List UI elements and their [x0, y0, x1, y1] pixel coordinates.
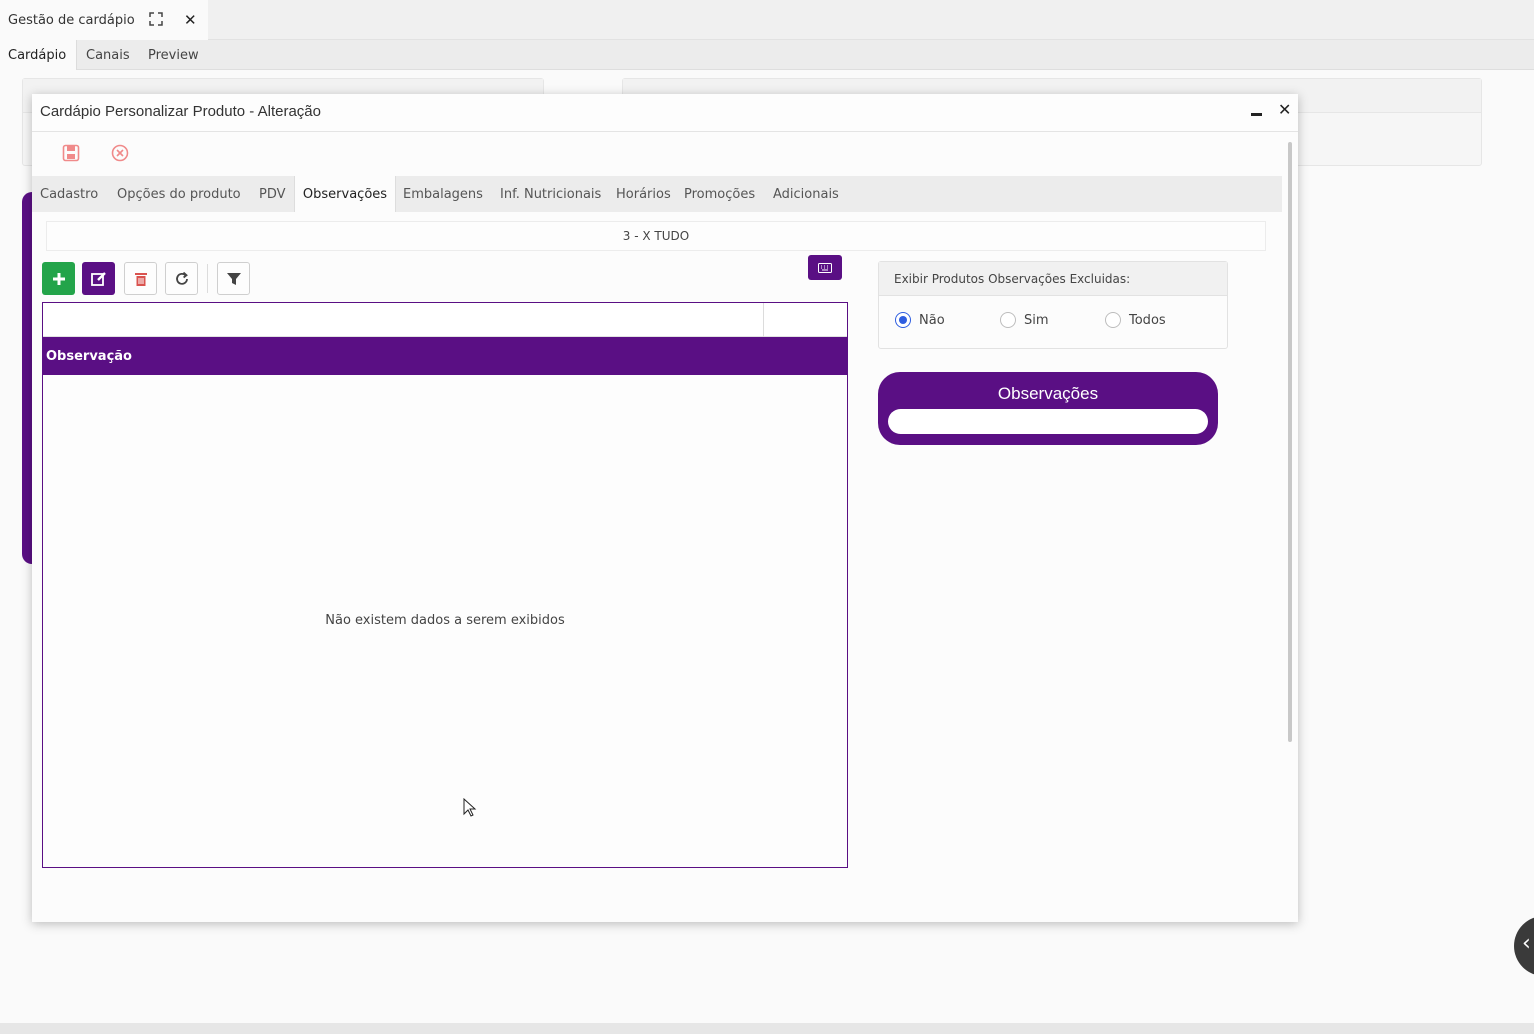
- filter-button[interactable]: [217, 262, 250, 295]
- sub-tab-label: Preview: [148, 47, 199, 63]
- mouse-cursor-icon: [463, 798, 477, 817]
- add-button[interactable]: [42, 262, 75, 295]
- tab-pdv[interactable]: PDV: [259, 176, 286, 212]
- plus-icon: [52, 272, 65, 285]
- tab-label: Inf. Nutricionais: [500, 186, 602, 202]
- tab-inf-nutricionais[interactable]: Inf. Nutricionais: [500, 176, 601, 212]
- tab-observacoes[interactable]: Observações: [294, 176, 396, 212]
- observations-grid: Observação Não existem dados a serem exi…: [42, 302, 848, 868]
- tab-label: Cadastro: [40, 186, 99, 202]
- excluded-filter-label: Exibir Produtos Observações Excluidas:: [879, 262, 1227, 296]
- filter-icon: [226, 272, 241, 285]
- radio-indicator: [1105, 312, 1121, 328]
- sub-tab-canais[interactable]: Canais: [86, 40, 130, 70]
- radio-nao[interactable]: Não: [895, 312, 945, 328]
- tab-embalagens[interactable]: Embalagens: [403, 176, 483, 212]
- grid-filter-row[interactable]: [43, 303, 847, 337]
- chevron-left-icon: ‹: [1522, 931, 1531, 956]
- refresh-icon: [175, 271, 188, 285]
- sub-tab-cardapio[interactable]: Cardápio: [0, 40, 77, 70]
- sub-tabbar: Cardápio Canais Preview: [0, 40, 1534, 70]
- tab-label: Promoções: [684, 186, 756, 202]
- tab-promocoes[interactable]: Promoções: [684, 176, 755, 212]
- observations-card-title: Observações: [997, 384, 1099, 403]
- tab-adicionais[interactable]: Adicionais: [773, 176, 839, 212]
- modal-header: Cardápio Personalizar Produto - Alteraçã…: [32, 94, 1298, 132]
- cancel-icon[interactable]: [111, 144, 129, 162]
- modal-tabs: Cadastro Opções do produto PDV Observaçõ…: [32, 176, 1282, 212]
- keyboard-button[interactable]: [808, 255, 842, 280]
- tab-label: Opções do produto: [117, 186, 241, 202]
- refresh-button[interactable]: [165, 262, 198, 295]
- tab-horarios[interactable]: Horários: [616, 176, 671, 212]
- sub-tab-preview[interactable]: Preview: [148, 40, 199, 70]
- toolbar-separator: [207, 264, 208, 293]
- tab-label: PDV: [259, 186, 286, 202]
- side-panel-toggle[interactable]: ‹: [1514, 916, 1534, 976]
- grid-column-header-observacao[interactable]: Observação: [43, 337, 847, 375]
- tab-opcoes-produto[interactable]: Opções do produto: [117, 176, 241, 212]
- tab-cadastro[interactable]: Cadastro: [40, 176, 98, 212]
- app-tab-gestao-cardapio[interactable]: Gestão de cardápio ✕: [0, 0, 208, 40]
- radio-label: Sim: [1024, 312, 1049, 328]
- personalize-product-modal: Cardápio Personalizar Produto - Alteraçã…: [32, 94, 1298, 922]
- tab-label: Adicionais: [773, 186, 839, 202]
- expand-icon[interactable]: [149, 12, 163, 26]
- radio-sim[interactable]: Sim: [1000, 312, 1049, 328]
- bottom-strip: [0, 1023, 1534, 1034]
- modal-scrollbar[interactable]: [1288, 142, 1292, 742]
- product-label: 3 - X TUDO: [46, 221, 1266, 251]
- radio-label: Todos: [1129, 312, 1166, 328]
- observations-card: Observações: [878, 372, 1218, 445]
- radio-selected-indicator: [895, 312, 911, 328]
- modal-title: Cardápio Personalizar Produto - Alteraçã…: [40, 103, 321, 120]
- modal-close-icon[interactable]: ✕: [1278, 100, 1291, 119]
- sub-tab-label: Canais: [86, 47, 130, 63]
- close-icon[interactable]: ✕: [184, 11, 197, 29]
- tab-label: Embalagens: [403, 186, 483, 202]
- delete-button[interactable]: [124, 262, 157, 295]
- grid-empty-message: Não existem dados a serem exibidos: [325, 613, 565, 628]
- tab-label: Horários: [616, 186, 671, 202]
- edit-button[interactable]: [82, 262, 115, 295]
- app-tab-title: Gestão de cardápio: [8, 12, 135, 28]
- keyboard-icon: [818, 262, 832, 273]
- observations-input[interactable]: [888, 409, 1208, 434]
- radio-indicator: [1000, 312, 1016, 328]
- tab-label: Observações: [302, 186, 388, 202]
- radio-label: Não: [919, 312, 945, 328]
- save-icon[interactable]: [62, 144, 80, 162]
- excluded-observations-filter: Exibir Produtos Observações Excluidas: N…: [878, 261, 1228, 349]
- app-tabbar: Gestão de cardápio ✕: [0, 0, 1534, 40]
- minimize-icon[interactable]: [1251, 113, 1262, 116]
- sub-tab-label: Cardápio: [8, 47, 67, 63]
- trash-icon: [134, 272, 147, 286]
- radio-todos[interactable]: Todos: [1105, 312, 1166, 328]
- edit-icon: [90, 271, 106, 286]
